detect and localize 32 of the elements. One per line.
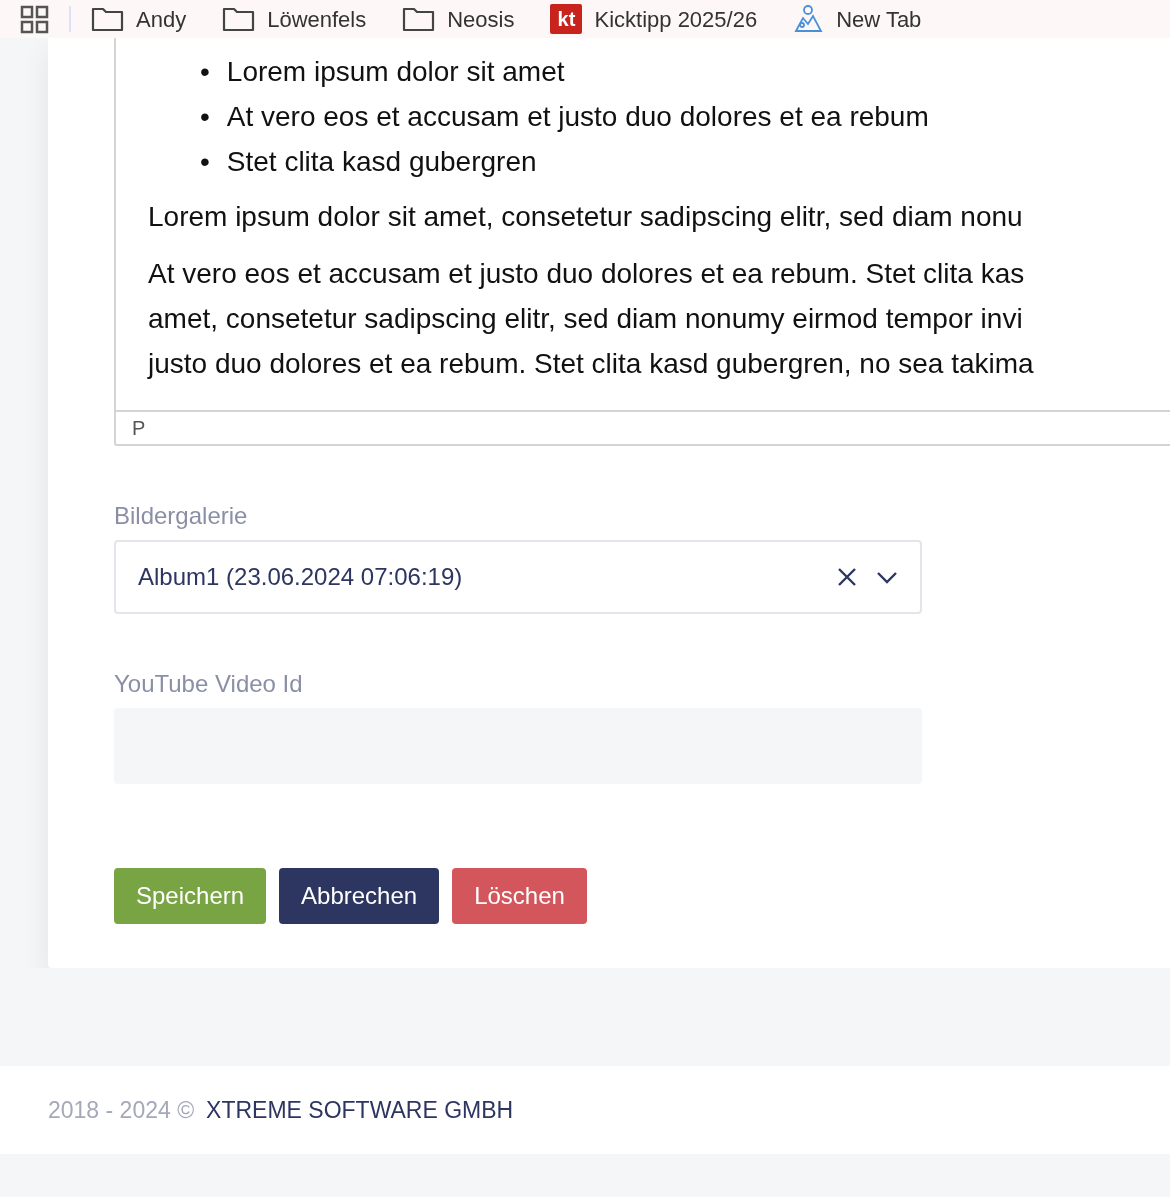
text-line: At vero eos et accusam et justo duo dolores et ea rebum. Stet clita kas [148,257,1026,291]
folder-icon [402,5,436,33]
text-line: justo duo dolores et ea rebum. Stet clita kasd gubergren, no sea takima [148,347,1035,381]
chevron-down-icon [876,569,898,585]
mountain-icon [793,4,825,34]
field-label: YouTube Video Id [114,669,304,699]
cancel-button[interactable]: Abbrechen [279,868,440,924]
site-logo: kt [550,4,583,34]
bookmark-link[interactable]: Neosis [402,2,515,36]
apps-icon [20,4,49,34]
select-field[interactable]: Album1 (23.06.2024 07:06:19) [114,540,922,614]
text-line: amet, consetetur sadipscing elitr, sed diam nonumy eirmod tempor invi [148,302,1024,336]
copyright-text: 2018 - 2024 © [48,1095,195,1125]
select-value: Album1 (23.06.2024 07:06:19) [138,562,464,592]
bookmark-link[interactable]: New Tab [793,2,922,36]
list-item: At vero eos et accusam et justo duo dolores et ea rebum [226,100,929,134]
bookmark-link[interactable]: kt Kicktipp 2025/26 [550,2,758,36]
bullet-marker: • [200,55,210,89]
bullet-marker: • [200,145,210,179]
folder-icon [222,5,256,33]
field-label: Bildergalerie [114,501,249,531]
list-item: Stet clita kasd gubergren [226,145,537,179]
company-link[interactable]: XTREME SOFTWARE GMBH [206,1092,514,1128]
folder-icon [91,5,124,33]
status-path: P [116,410,1170,444]
bullet-marker: • [200,100,210,134]
bookmark-link[interactable]: Andy [91,2,187,36]
close-icon [836,566,858,588]
delete-button[interactable]: Löschen [452,868,587,924]
list-item: Lorem ipsum dolor sit amet [226,55,565,89]
text-line: Lorem ipsum dolor sit amet, consetetur sadipscing elitr, sed diam nonu [148,200,1024,234]
bookmark-link[interactable]: Löwenfels [222,2,367,36]
